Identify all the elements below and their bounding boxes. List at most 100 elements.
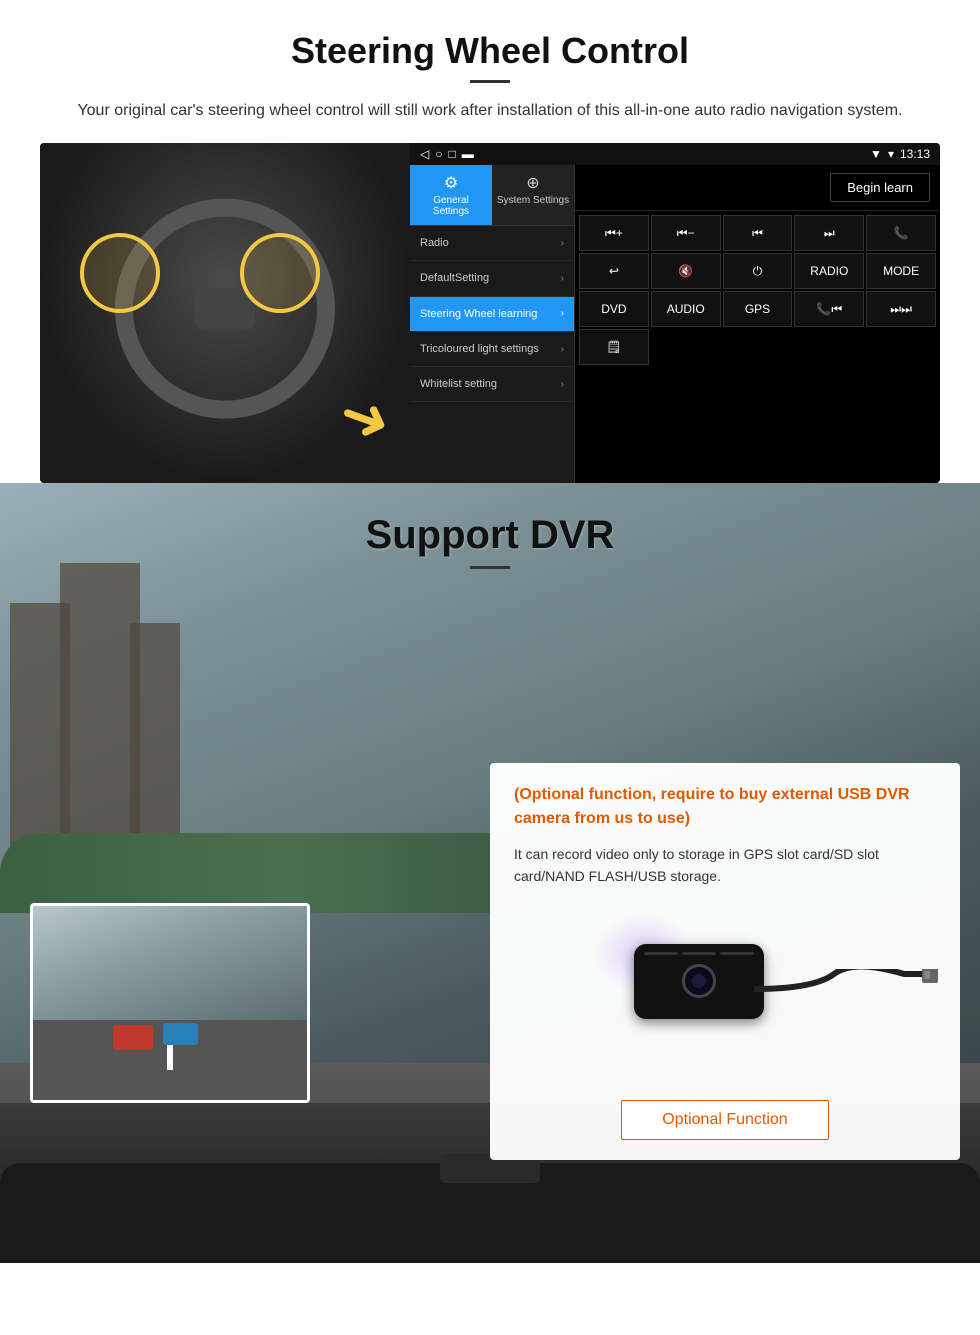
android-statusbar: ◁ ○ □ ▬ ▼ ▾ 13:13: [410, 143, 940, 165]
highlight-left: [80, 233, 160, 313]
menu-whitelist[interactable]: Whitelist setting ›: [410, 367, 574, 402]
menu-whitelist-label: Whitelist setting: [420, 377, 497, 391]
ctrl-phone-prev[interactable]: 📞⏮: [794, 291, 864, 327]
camera-lens: [682, 964, 716, 998]
chevron-icon-whitelist: ›: [561, 379, 564, 390]
phone-prev-icon: 📞⏮: [816, 302, 842, 317]
tab-system-label: System Settings: [497, 195, 569, 206]
dvr-divider: [470, 566, 510, 569]
ctrl-back[interactable]: ↩: [579, 253, 649, 289]
mute-icon: 🔇: [678, 264, 693, 278]
road-thumbnail: [30, 903, 310, 1103]
android-ui: ◁ ○ □ ▬ ▼ ▾ 13:13 ⚙ General Settings: [410, 143, 940, 483]
thumb-sky: [33, 906, 307, 1026]
system-icon: ⊕: [496, 173, 570, 193]
nav-back-icon: ◁: [420, 147, 429, 161]
menu-steering-learning[interactable]: Steering Wheel learning ›: [410, 297, 574, 332]
menu-default-setting[interactable]: DefaultSetting ›: [410, 261, 574, 296]
title-divider: [470, 80, 510, 83]
vent-3: [720, 952, 754, 955]
nav-extra-icon: ▬: [462, 147, 474, 161]
tab-system[interactable]: ⊕ System Settings: [492, 165, 574, 225]
chevron-icon-default: ›: [561, 273, 564, 284]
menu-tricoloured-label: Tricoloured light settings: [420, 342, 539, 356]
extra-icon: 🗒: [606, 340, 621, 354]
signal-icon: ▼: [870, 147, 882, 161]
vent-1: [644, 952, 678, 955]
lens-inner: [692, 974, 706, 988]
steering-demo: ➜ ◁ ○ □ ▬ ▼ ▾ 13:13: [40, 143, 940, 483]
ctrl-audio[interactable]: AUDIO: [651, 291, 721, 327]
thumb-car-2: [163, 1023, 198, 1045]
optional-function-button[interactable]: Optional Function: [621, 1100, 828, 1140]
ctrl-dvd[interactable]: DVD: [579, 291, 649, 327]
mode-label: MODE: [883, 264, 919, 278]
steering-subtitle: Your original car's steering wheel contr…: [40, 99, 940, 123]
vent-lines: [644, 952, 754, 955]
ctrl-next2[interactable]: ⏭⏭: [866, 291, 936, 327]
menu-tabs: ⚙ General Settings ⊕ System Settings: [410, 165, 574, 226]
ctrl-phone[interactable]: 📞: [866, 215, 936, 251]
chevron-icon-steering: ›: [561, 308, 564, 319]
dvr-section: Support DVR (Optional function, require …: [0, 483, 980, 1263]
camera-cable-svg: [754, 969, 954, 1029]
control-grid: ⏮+ ⏮− ⏮ ⏭ 📞: [575, 211, 940, 369]
menu-tricoloured[interactable]: Tricoloured light settings ›: [410, 332, 574, 367]
next2-icon: ⏭⏭: [890, 302, 912, 317]
camera-body-container: [634, 944, 764, 1019]
ctrl-next[interactable]: ⏭: [794, 215, 864, 251]
dvr-camera-illustration: [514, 904, 936, 1084]
ctrl-prev[interactable]: ⏮: [723, 215, 793, 251]
menu-radio[interactable]: Radio ›: [410, 226, 574, 261]
right-panel: Begin learn ⏮+ ⏮− ⏮: [575, 165, 940, 483]
chevron-icon-radio: ›: [561, 238, 564, 249]
ctrl-radio[interactable]: RADIO: [794, 253, 864, 289]
begin-learn-button[interactable]: Begin learn: [830, 173, 930, 202]
steering-section: Steering Wheel Control Your original car…: [0, 0, 980, 483]
next-icon: ⏭: [824, 226, 835, 241]
dvr-title: Support DVR: [0, 513, 980, 558]
settings-icon: ⚙: [414, 173, 488, 193]
prev-icon: ⏮: [752, 226, 763, 241]
ctrl-mute[interactable]: 🔇: [651, 253, 721, 289]
back-icon: ↩: [609, 264, 619, 278]
gps-label: GPS: [745, 302, 770, 316]
camera-main-body: [634, 944, 764, 1019]
ctrl-vol-minus[interactable]: ⏮−: [651, 215, 721, 251]
power-icon: ⏻: [753, 264, 763, 279]
steering-title: Steering Wheel Control: [40, 30, 940, 72]
phone-icon: 📞: [894, 226, 909, 240]
dvr-optional-text: (Optional function, require to buy exter…: [514, 783, 936, 831]
ctrl-extra[interactable]: 🗒: [579, 329, 649, 365]
begin-learn-row: Begin learn: [575, 165, 940, 211]
vent-2: [682, 952, 716, 955]
nav-home-icon: ○: [435, 147, 442, 161]
tab-general-label: General Settings: [433, 195, 469, 217]
menu-default-label: DefaultSetting: [420, 271, 489, 285]
nav-recent-icon: □: [448, 147, 455, 161]
steering-photo: ➜: [40, 143, 410, 483]
ctrl-gps[interactable]: GPS: [723, 291, 793, 327]
steering-wheel-outer: [115, 199, 335, 419]
vol-plus-icon: ⏮+: [605, 226, 623, 241]
android-content: ⚙ General Settings ⊕ System Settings Rad…: [410, 165, 940, 483]
menu-steering-label: Steering Wheel learning: [420, 307, 537, 321]
status-time: 13:13: [900, 147, 930, 161]
dvd-label: DVD: [601, 302, 626, 316]
wifi-icon: ▾: [888, 147, 894, 161]
dvr-desc-text: It can record video only to storage in G…: [514, 843, 936, 888]
tab-general[interactable]: ⚙ General Settings: [410, 165, 492, 225]
thumb-car-1: [113, 1025, 153, 1050]
ctrl-power[interactable]: ⏻: [723, 253, 793, 289]
menu-radio-label: Radio: [420, 236, 449, 250]
chevron-icon-tricoloured: ›: [561, 344, 564, 355]
audio-label: AUDIO: [667, 302, 705, 316]
ctrl-mode[interactable]: MODE: [866, 253, 936, 289]
highlight-right: [240, 233, 320, 313]
radio-label: RADIO: [810, 264, 848, 278]
dvr-title-area: Support DVR: [0, 483, 980, 589]
dvr-info-card: (Optional function, require to buy exter…: [490, 763, 960, 1160]
vol-minus-icon: ⏮−: [677, 226, 695, 241]
ctrl-vol-plus[interactable]: ⏮+: [579, 215, 649, 251]
left-menu: ⚙ General Settings ⊕ System Settings Rad…: [410, 165, 575, 483]
